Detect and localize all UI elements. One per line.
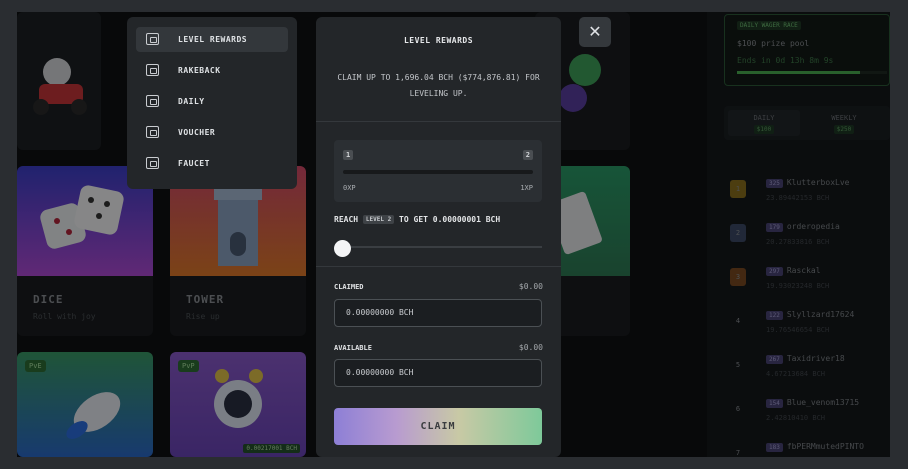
menu-item-level-rewards[interactable]: LEVEL REWARDS	[136, 27, 288, 52]
menu-item-faucet[interactable]: FAUCET	[136, 151, 288, 176]
menu-item-rakeback[interactable]: RAKEBACK	[136, 58, 288, 83]
next-level-badge: 2	[522, 150, 533, 160]
level-rewards-icon	[146, 33, 159, 45]
claimed-label: CLAIMED	[334, 283, 364, 291]
voucher-icon	[146, 126, 159, 138]
modal-description: CLAIM UP TO 1,696.04 BCH ($774,876.81) F…	[337, 73, 540, 98]
available-usd: $0.00	[518, 343, 543, 352]
menu-item-label: VOUCHER	[178, 128, 216, 137]
menu-item-label: FAUCET	[178, 159, 210, 168]
divider	[316, 266, 561, 267]
slider-thumb[interactable]	[334, 240, 351, 257]
xp-progress-track	[343, 170, 533, 174]
slider-track	[338, 246, 542, 248]
current-level-badge: 1	[343, 150, 354, 160]
claimed-usd: $0.00	[518, 282, 543, 291]
reach-text: REACH LEVEL 2 TO GET 0.00000001 BCH	[334, 215, 500, 224]
menu-item-label: DAILY	[178, 97, 205, 106]
menu-item-label: LEVEL REWARDS	[178, 35, 248, 44]
menu-item-label: RAKEBACK	[178, 66, 221, 75]
menu-item-daily[interactable]: DAILY	[136, 89, 288, 114]
xp-progress-box: 1 2 0XP 1XP	[334, 140, 542, 202]
claimed-field[interactable]: 0.00000000 BCH	[334, 299, 542, 327]
close-icon: ✕	[588, 22, 602, 41]
close-button[interactable]: ✕	[579, 17, 611, 47]
xp-start-label: 0XP	[343, 184, 356, 192]
xp-end-label: 1XP	[520, 184, 533, 192]
app-frame: DICE Roll with joy TOWER Rise up PvE PvP	[17, 12, 890, 457]
reach-prefix: REACH	[334, 215, 359, 224]
faucet-icon	[146, 157, 159, 169]
level-slider[interactable]	[334, 240, 542, 257]
rakeback-icon	[146, 64, 159, 76]
claim-button[interactable]: CLAIM	[334, 408, 542, 445]
level-rewards-modal: LEVEL REWARDS CLAIM UP TO 1,696.04 BCH (…	[316, 17, 561, 457]
modal-title: LEVEL REWARDS	[403, 36, 474, 45]
available-label: AVAILABLE	[334, 344, 372, 352]
reach-level-badge: LEVEL 2	[362, 215, 395, 224]
available-field[interactable]: 0.00000000 BCH	[334, 359, 542, 387]
rewards-menu: LEVEL REWARDS RAKEBACK DAILY VOUCHER FAU…	[127, 17, 297, 189]
divider	[316, 121, 561, 122]
menu-item-voucher[interactable]: VOUCHER	[136, 120, 288, 145]
daily-icon	[146, 95, 159, 107]
reach-suffix: TO GET 0.00000001 BCH	[399, 215, 501, 224]
